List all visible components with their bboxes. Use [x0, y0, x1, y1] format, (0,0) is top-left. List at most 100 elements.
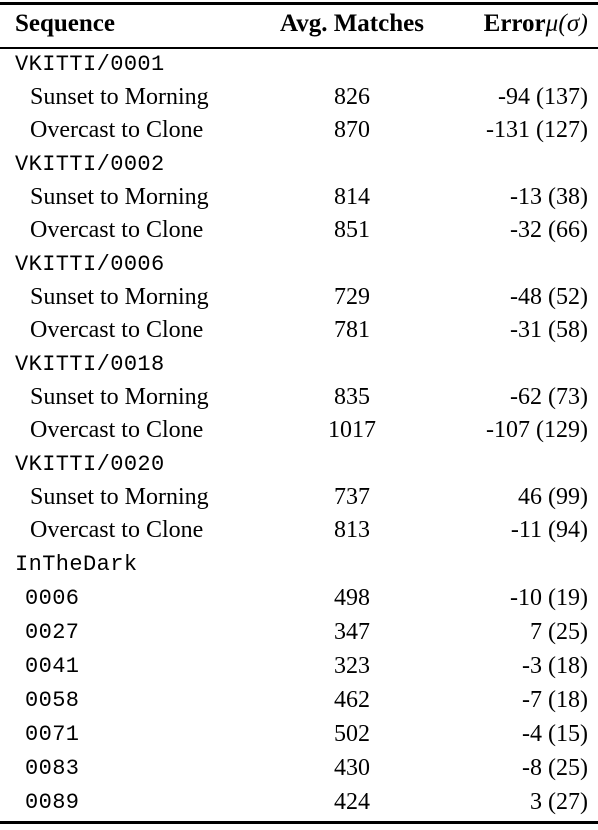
sequence-label-cell: Overcast to Clone — [0, 314, 272, 347]
avg-matches-cell: 826 — [334, 84, 370, 110]
avg-matches-cell: 781 — [334, 317, 370, 343]
sequence-label-cell: 0006 — [0, 581, 272, 615]
table-row: Sunset to Morning 814 -13 (38) — [0, 181, 598, 214]
error-cell — [436, 547, 598, 581]
table-row: Sunset to Morning 826 -94 (137) — [0, 81, 598, 114]
sequence-label-cell: Sunset to Morning — [0, 381, 272, 414]
table-header-row: Sequence Avg. Matches Errorμ(σ) — [0, 0, 598, 47]
sequence-label-cell: 0083 — [0, 751, 272, 785]
table-row: 0041 323 -3 (18) — [0, 649, 598, 683]
sequence-label: VKITTI/0001 — [15, 52, 165, 77]
error-cell: -4 (15) — [522, 720, 588, 747]
avg-matches-cell: 462 — [334, 686, 370, 713]
table-row: Sunset to Morning 835 -62 (73) — [0, 381, 598, 414]
error-cell: -7 (18) — [522, 686, 588, 713]
table-body: VKITTI/0001 Sunset to Morning 826 -94 (137)… — [0, 47, 598, 819]
table-group-row: VKITTI/0018 — [0, 347, 598, 381]
table-bottom-rule — [0, 821, 598, 824]
table-row: 0071 502 -4 (15) — [0, 717, 598, 751]
avg-matches-cell: 323 — [334, 652, 370, 679]
error-cell: -94 (137) — [498, 84, 588, 110]
avg-matches-cell — [272, 247, 436, 281]
sequence-label: Overcast to Clone — [30, 317, 204, 343]
error-cell: -31 (58) — [510, 317, 588, 343]
error-cell: -3 (18) — [522, 652, 588, 679]
avg-matches-cell — [272, 447, 436, 481]
group-label-cell: VKITTI/0006 — [0, 247, 272, 281]
sequence-label: Overcast to Clone — [30, 517, 204, 543]
sequence-label-cell: Overcast to Clone — [0, 514, 272, 547]
column-header-sequence: Sequence — [15, 9, 115, 37]
error-cell — [436, 447, 598, 481]
results-table: Sequence Avg. Matches Errorμ(σ) VKITTI/0… — [0, 0, 598, 819]
error-cell: -8 (25) — [522, 754, 588, 781]
sequence-label: VKITTI/0018 — [15, 352, 165, 377]
sequence-label: Sunset to Morning — [30, 84, 209, 110]
sequence-label-cell: Sunset to Morning — [0, 481, 272, 514]
table-row: Overcast to Clone 851 -32 (66) — [0, 214, 598, 247]
error-cell — [436, 47, 598, 81]
avg-matches-cell — [272, 347, 436, 381]
error-cell: -62 (73) — [510, 384, 588, 410]
sequence-label: 0071 — [25, 722, 80, 747]
avg-matches-cell: 737 — [334, 484, 370, 510]
sequence-label-cell: 0058 — [0, 683, 272, 717]
sequence-label: 0083 — [25, 756, 80, 781]
sequence-label-cell: 0089 — [0, 785, 272, 819]
error-cell: -131 (127) — [486, 117, 588, 143]
sequence-label: VKITTI/0020 — [15, 452, 165, 477]
error-cell — [436, 147, 598, 181]
error-cell: -13 (38) — [510, 184, 588, 210]
error-cell: -10 (19) — [510, 584, 588, 611]
sequence-label: Sunset to Morning — [30, 184, 209, 210]
results-table-container: Sequence Avg. Matches Errorμ(σ) VKITTI/0… — [0, 0, 598, 830]
avg-matches-cell — [272, 47, 436, 81]
error-cell — [436, 347, 598, 381]
group-label-cell: VKITTI/0020 — [0, 447, 272, 481]
table-group-row: VKITTI/0006 — [0, 247, 598, 281]
table-row: 0006 498 -10 (19) — [0, 581, 598, 615]
avg-matches-cell: 835 — [334, 384, 370, 410]
table-row: 0089 424 3 (27) — [0, 785, 598, 819]
table-row: Overcast to Clone 870 -131 (127) — [0, 114, 598, 147]
avg-matches-cell: 502 — [334, 720, 370, 747]
column-header-error-text: Error — [483, 9, 546, 37]
sequence-label: 0041 — [25, 654, 80, 679]
table-row: Overcast to Clone 781 -31 (58) — [0, 314, 598, 347]
table-group-row: VKITTI/0020 — [0, 447, 598, 481]
column-header-error-math: μ(σ) — [545, 9, 588, 37]
error-cell: -107 (129) — [486, 417, 588, 443]
sequence-label: Sunset to Morning — [30, 384, 209, 410]
table-row: Overcast to Clone 813 -11 (94) — [0, 514, 598, 547]
error-cell: -32 (66) — [510, 217, 588, 243]
error-cell — [436, 247, 598, 281]
table-group-row: VKITTI/0001 — [0, 47, 598, 81]
table-row: 0083 430 -8 (25) — [0, 751, 598, 785]
avg-matches-cell: 347 — [334, 618, 370, 645]
column-header-error: Errorμ(σ) — [436, 0, 598, 47]
sequence-label-cell: Overcast to Clone — [0, 414, 272, 447]
sequence-label: VKITTI/0002 — [15, 152, 165, 177]
avg-matches-cell: 729 — [334, 284, 370, 310]
sequence-label-cell: Sunset to Morning — [0, 281, 272, 314]
table-row: Overcast to Clone 1017 -107 (129) — [0, 414, 598, 447]
table-header: Sequence Avg. Matches Errorμ(σ) — [0, 0, 598, 47]
sequence-label-cell: Sunset to Morning — [0, 81, 272, 114]
avg-matches-cell — [272, 147, 436, 181]
sequence-label-cell: Overcast to Clone — [0, 114, 272, 147]
table-row: 0027 347 7 (25) — [0, 615, 598, 649]
table-row: 0058 462 -7 (18) — [0, 683, 598, 717]
avg-matches-cell: 498 — [334, 584, 370, 611]
avg-matches-cell: 430 — [334, 754, 370, 781]
sequence-label: 0058 — [25, 688, 80, 713]
error-cell: -48 (52) — [510, 284, 588, 310]
avg-matches-cell: 424 — [334, 788, 370, 815]
avg-matches-cell: 851 — [334, 217, 370, 243]
sequence-label: Overcast to Clone — [30, 417, 204, 443]
group-label-cell: VKITTI/0002 — [0, 147, 272, 181]
table-group-row: VKITTI/0002 — [0, 147, 598, 181]
error-cell: 7 (25) — [530, 618, 588, 645]
sequence-label: Overcast to Clone — [30, 217, 204, 243]
sequence-label-cell: Overcast to Clone — [0, 214, 272, 247]
error-cell: 3 (27) — [530, 788, 588, 815]
